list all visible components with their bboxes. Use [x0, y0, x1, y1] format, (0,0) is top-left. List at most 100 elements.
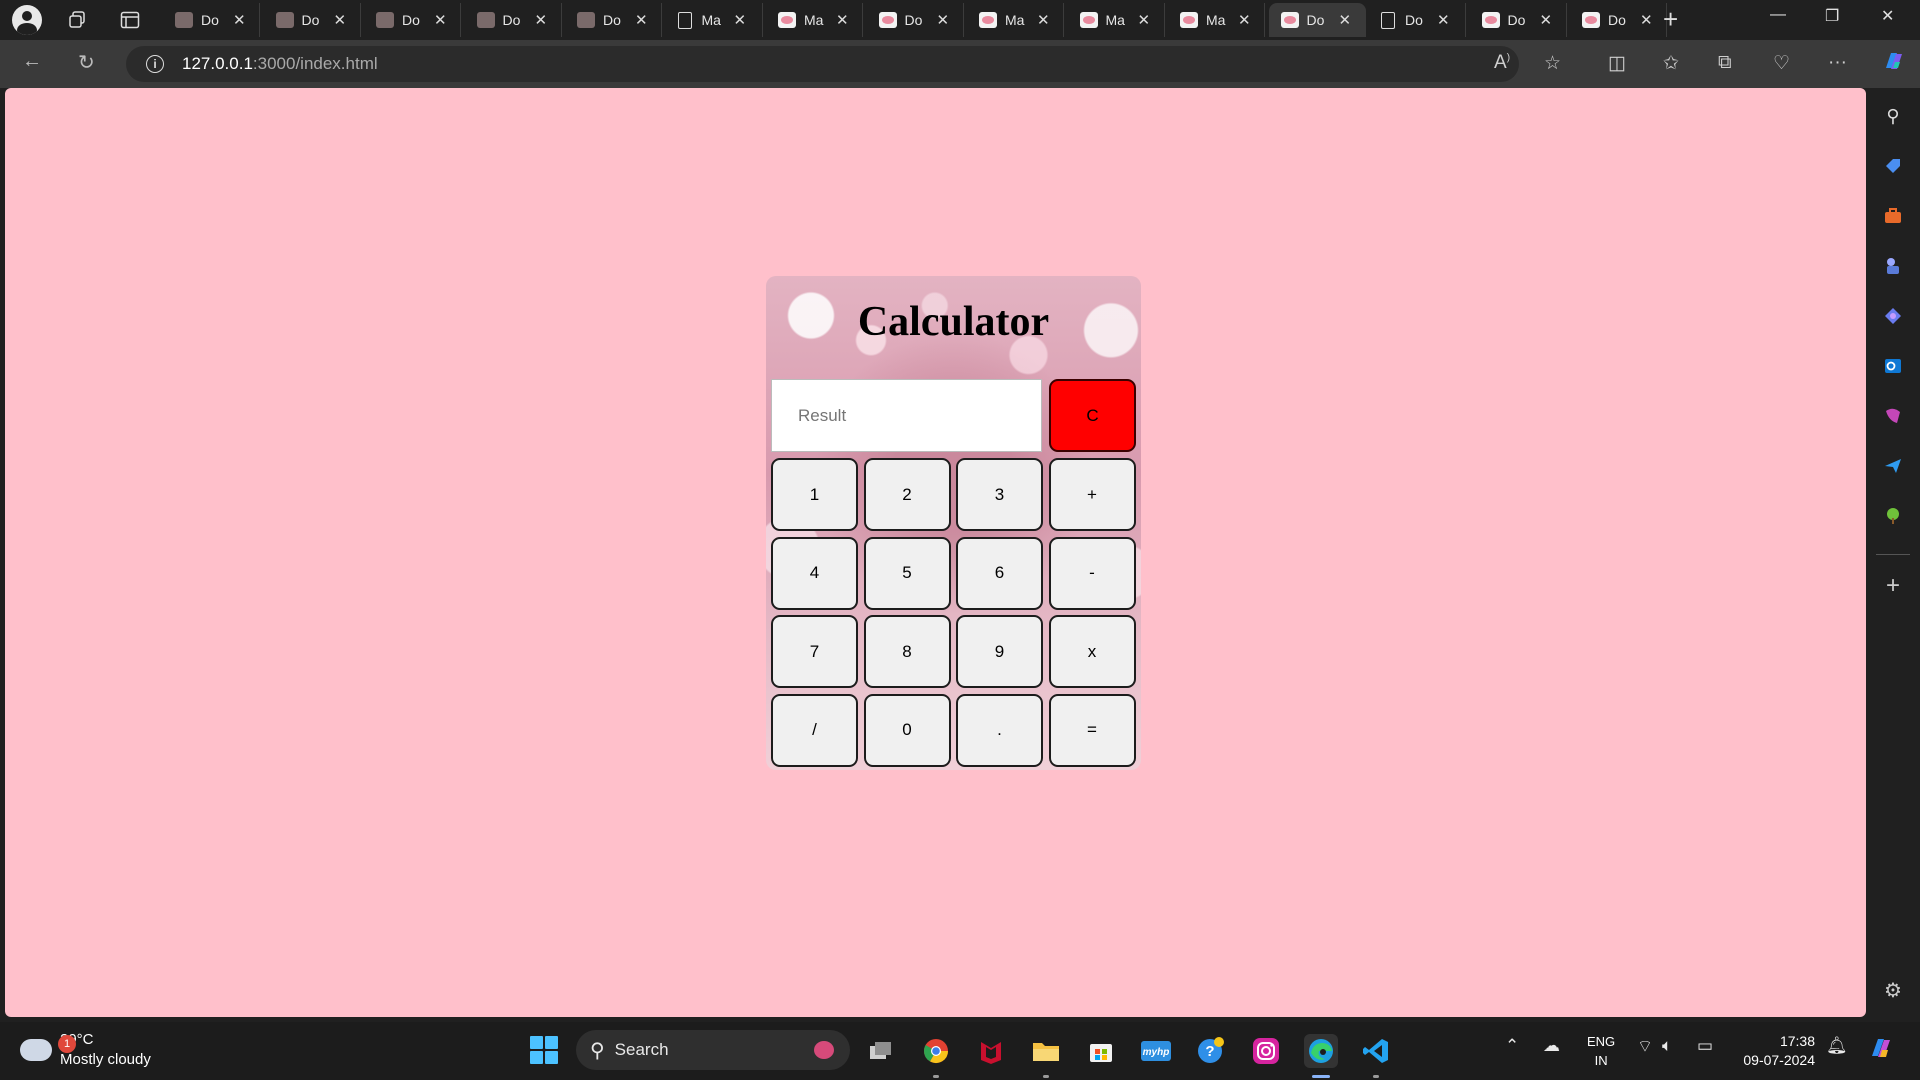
- refresh-icon[interactable]: ↻: [78, 50, 95, 75]
- close-tab-icon[interactable]: ✕: [1138, 11, 1151, 29]
- designer-icon[interactable]: [1881, 404, 1905, 428]
- tree-icon[interactable]: [1881, 504, 1905, 528]
- browser-tab[interactable]: Do ✕: [264, 3, 361, 37]
- chrome-icon[interactable]: [919, 1034, 953, 1068]
- notification-bell-icon[interactable]: 🔔︎: [1826, 1036, 1848, 1056]
- close-tab-icon[interactable]: ✕: [233, 11, 246, 29]
- battery-icon[interactable]: ▭: [1697, 1036, 1713, 1056]
- edge-icon[interactable]: [1304, 1034, 1338, 1068]
- browser-essentials-icon[interactable]: ♡: [1773, 52, 1790, 75]
- tag-icon[interactable]: [1881, 154, 1905, 178]
- chess-icon[interactable]: [1881, 254, 1905, 278]
- key-digit-3-button[interactable]: 3: [956, 458, 1043, 531]
- clock[interactable]: 17:38 09-07-2024: [1735, 1032, 1815, 1070]
- file-explorer-icon[interactable]: [1029, 1034, 1063, 1068]
- myhp-icon[interactable]: myhp: [1139, 1034, 1173, 1068]
- close-tab-icon[interactable]: ✕: [1037, 11, 1050, 29]
- address-bar[interactable]: i 127.0.0.1:3000/index.html: [126, 46, 1519, 82]
- close-tab-icon[interactable]: ✕: [1339, 11, 1352, 29]
- more-icon[interactable]: ···: [1828, 52, 1847, 74]
- volume-icon[interactable]: 🔈︎: [1662, 1036, 1672, 1056]
- key-equals-button[interactable]: =: [1048, 693, 1136, 767]
- taskbar-search[interactable]: ⚲ Search: [576, 1030, 850, 1070]
- task-view-icon[interactable]: [864, 1034, 898, 1068]
- browser-tab[interactable]: Do ✕: [1369, 3, 1466, 37]
- close-tab-icon[interactable]: ✕: [937, 11, 950, 29]
- key-divide-button[interactable]: /: [771, 693, 858, 767]
- start-button[interactable]: [530, 1036, 558, 1064]
- key-digit-6-button[interactable]: 6: [956, 536, 1043, 610]
- browser-tab[interactable]: Ma ✕: [967, 3, 1064, 37]
- browser-tab[interactable]: Do ✕: [465, 3, 562, 37]
- vscode-icon[interactable]: [1359, 1034, 1393, 1068]
- copilot-taskbar-icon[interactable]: [1867, 1034, 1895, 1067]
- site-info-icon[interactable]: i: [146, 55, 164, 73]
- settings-icon[interactable]: ⚙: [1881, 978, 1905, 1002]
- tab-actions-icon[interactable]: [115, 5, 145, 35]
- key-multiply-button[interactable]: x: [1048, 615, 1136, 688]
- browser-tab[interactable]: Do ✕: [364, 3, 461, 37]
- workspaces-icon[interactable]: [62, 5, 92, 35]
- profile-icon[interactable]: [12, 5, 42, 35]
- favorites-icon[interactable]: ✩: [1663, 52, 1679, 75]
- browser-tab[interactable]: Ma ✕: [666, 3, 763, 37]
- browser-tab[interactable]: Ma ✕: [766, 3, 863, 37]
- copilot-app-icon[interactable]: [1881, 304, 1905, 328]
- new-tab-button[interactable]: +: [1663, 4, 1678, 35]
- onedrive-off-icon[interactable]: ☁: [1543, 1036, 1560, 1056]
- restore-icon[interactable]: ❐: [1825, 6, 1839, 26]
- send-icon[interactable]: [1881, 454, 1905, 478]
- browser-tab[interactable]: Do ✕: [1470, 3, 1567, 37]
- collections-icon[interactable]: ⧉: [1718, 52, 1732, 74]
- key-digit-9-button[interactable]: 9: [956, 615, 1043, 688]
- key-digit-5-button[interactable]: 5: [863, 536, 951, 610]
- outlook-icon[interactable]: [1881, 354, 1905, 378]
- close-tab-icon[interactable]: ✕: [1238, 11, 1251, 29]
- read-aloud-icon[interactable]: A): [1494, 52, 1510, 74]
- add-icon[interactable]: +: [1881, 572, 1905, 599]
- weather-widget[interactable]: 1 29°C Mostly cloudy: [20, 1030, 151, 1070]
- key-digit-7-button[interactable]: 7: [771, 615, 858, 688]
- microsoft-store-icon[interactable]: [1084, 1034, 1118, 1068]
- get-help-icon[interactable]: ?: [1194, 1034, 1228, 1068]
- close-tab-icon[interactable]: ✕: [635, 11, 648, 29]
- close-tab-icon[interactable]: ✕: [836, 11, 849, 29]
- close-tab-icon[interactable]: ✕: [334, 11, 347, 29]
- close-tab-icon[interactable]: ✕: [434, 11, 447, 29]
- copilot-icon[interactable]: [1881, 48, 1907, 80]
- result-input[interactable]: [771, 379, 1042, 452]
- key-digit-2-button[interactable]: 2: [863, 458, 951, 531]
- close-tab-icon[interactable]: ✕: [1437, 11, 1450, 29]
- back-icon[interactable]: ←: [22, 50, 42, 73]
- wifi-icon[interactable]: ⌔: [1637, 1036, 1653, 1057]
- key-minus-button[interactable]: -: [1048, 536, 1136, 610]
- browser-tab[interactable]: Do ✕: [1570, 3, 1667, 37]
- key-digit-8-button[interactable]: 8: [863, 615, 951, 688]
- close-window-icon[interactable]: ✕: [1881, 6, 1894, 26]
- briefcase-icon[interactable]: [1881, 204, 1905, 228]
- browser-tab[interactable]: Do ✕: [1268, 3, 1366, 37]
- mcafee-icon[interactable]: [974, 1034, 1008, 1068]
- browser-tab[interactable]: Do ✕: [867, 3, 964, 37]
- key-digit-0-button[interactable]: 0: [863, 693, 951, 767]
- show-hidden-icons-icon[interactable]: ⌃: [1505, 1036, 1519, 1056]
- split-screen-icon[interactable]: ◫: [1608, 52, 1626, 75]
- language-indicator[interactable]: ENG IN: [1587, 1032, 1615, 1070]
- key-decimal-button[interactable]: .: [956, 693, 1043, 767]
- close-tab-icon[interactable]: ✕: [734, 11, 747, 29]
- clear-button[interactable]: C: [1049, 379, 1136, 452]
- minimize-icon[interactable]: —: [1770, 6, 1786, 24]
- key-digit-4-button[interactable]: 4: [771, 536, 858, 610]
- close-tab-icon[interactable]: ✕: [535, 11, 548, 29]
- close-tab-icon[interactable]: ✕: [1640, 11, 1653, 29]
- close-tab-icon[interactable]: ✕: [1540, 11, 1553, 29]
- instagram-icon[interactable]: [1249, 1034, 1283, 1068]
- browser-tab[interactable]: Do ✕: [565, 3, 662, 37]
- key-plus-button[interactable]: +: [1048, 458, 1136, 531]
- favorite-star-icon[interactable]: ☆: [1544, 52, 1561, 75]
- browser-tab[interactable]: Ma ✕: [1068, 3, 1165, 37]
- browser-tab[interactable]: Do ✕: [163, 3, 260, 37]
- search-icon[interactable]: ⚲: [1881, 104, 1905, 128]
- browser-tab[interactable]: Ma ✕: [1168, 3, 1265, 37]
- key-digit-1-button[interactable]: 1: [771, 458, 858, 531]
